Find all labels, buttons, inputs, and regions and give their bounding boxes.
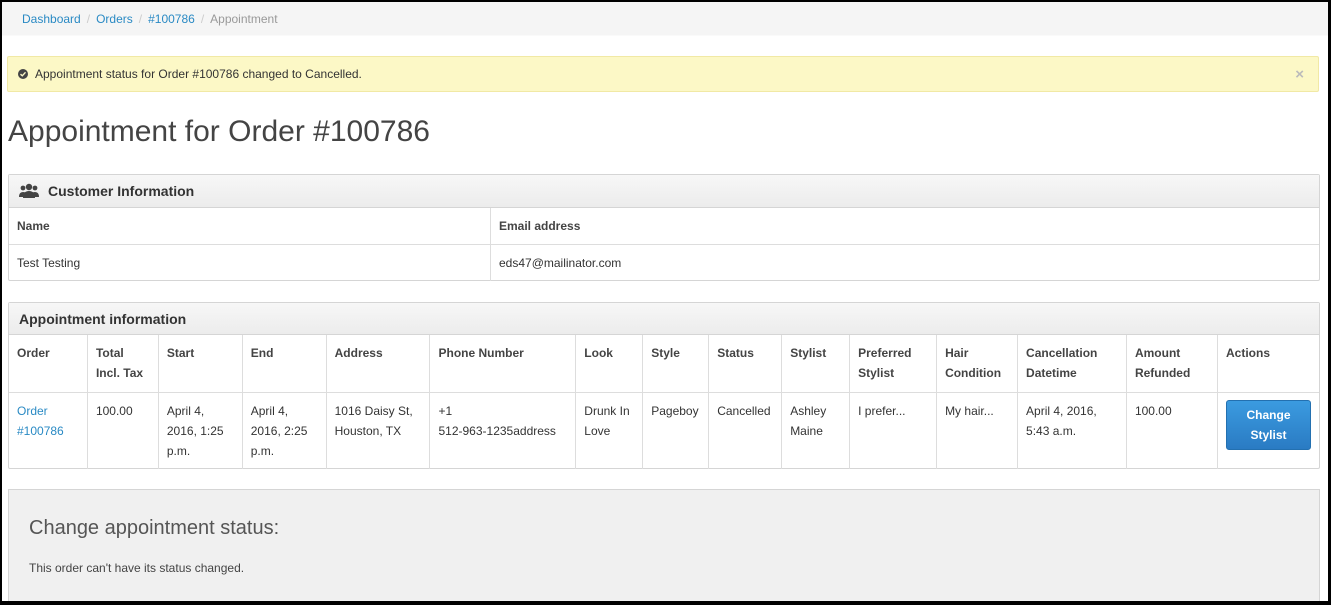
appointment-info-panel: Appointment information Order Total Incl.… — [8, 302, 1320, 469]
status-alert: Appointment status for Order #100786 cha… — [7, 56, 1319, 92]
header-text: Order — [17, 346, 50, 360]
column-header-preferred-stylist: Preferred Stylist — [849, 335, 938, 393]
customer-panel-heading: Customer Information — [9, 175, 1319, 208]
header-text: Stylist — [858, 366, 895, 380]
users-icon — [19, 183, 39, 199]
header-text: Incl. Tax — [95, 366, 144, 380]
check-circle-icon — [18, 69, 28, 79]
column-header-amount-refunded: Amount Refunded — [1125, 335, 1219, 393]
header-text: Address — [334, 346, 383, 360]
header-text: Datetime — [1026, 366, 1077, 380]
actions-cell: Change Stylist — [1217, 391, 1319, 469]
close-icon[interactable]: × — [1295, 66, 1304, 83]
column-header-start: Start — [157, 335, 243, 393]
header-text: Phone Number — [438, 346, 524, 360]
appointment-panel-title: Appointment information — [19, 310, 187, 327]
total-cell: 100.00 — [86, 391, 159, 469]
column-header: Name — [9, 208, 491, 245]
header-text: Condition — [945, 366, 1002, 380]
change-status-section: Change appointment status: This order ca… — [8, 489, 1320, 601]
page: Dashboard / Orders / #100786 / Appointme… — [2, 2, 1328, 601]
change-status-title: Change appointment status: — [29, 517, 280, 539]
change-status-message: This order can't have its status changed… — [29, 561, 245, 575]
column-header-hair-condition: Hair Condition — [936, 335, 1019, 393]
header-text: Start — [166, 346, 195, 360]
header-text: Cancellation — [1026, 346, 1098, 360]
header-text: End — [250, 346, 274, 360]
column-header-actions: Actions — [1217, 335, 1319, 393]
order-link[interactable]: Order #100786 — [17, 404, 64, 438]
stylist-cell: Ashley Maine — [781, 391, 851, 469]
customer-table: Name Email address Test Testing eds47@ma… — [9, 208, 1319, 281]
appointment-panel-heading: Appointment information — [9, 303, 1319, 335]
end-cell: April 4, 2016, 2:25 p.m. — [241, 391, 327, 469]
column-header-cancellation-datetime: Cancellation Datetime — [1017, 335, 1127, 393]
breadcrumb-order[interactable]: #100786 — [148, 12, 195, 26]
breadcrumb: Dashboard / Orders / #100786 / Appointme… — [2, 2, 1328, 36]
header-text: Stylist — [790, 346, 827, 360]
breadcrumb-current: Appointment — [210, 11, 278, 26]
cancellation-datetime-cell: April 4, 2016, 5:43 a.m. — [1017, 391, 1127, 469]
customer-name: Test Testing — [9, 244, 491, 281]
header-text: Total — [95, 346, 124, 360]
style-cell: Pageboy — [642, 391, 710, 469]
column-header-stylist: Stylist — [781, 335, 851, 393]
column-header: Email address — [490, 208, 1319, 245]
breadcrumb-orders[interactable]: Orders — [96, 12, 133, 26]
header-text: Preferred — [858, 346, 912, 360]
look-cell: Drunk In Love — [575, 391, 644, 469]
appointment-table: Order Total Incl. Tax Start End Address P… — [9, 335, 1319, 469]
header-text: Hair — [945, 346, 969, 360]
alert-message: Appointment status for Order #100786 cha… — [35, 67, 362, 81]
column-header-phone: Phone Number — [429, 335, 577, 393]
start-cell: April 4, 2016, 1:25 p.m. — [157, 391, 243, 469]
header-text: Actions — [1226, 346, 1271, 360]
order-cell: Order #100786 — [9, 391, 88, 469]
header-text: Refunded — [1134, 366, 1191, 380]
breadcrumb-dashboard[interactable]: Dashboard — [22, 12, 81, 26]
column-header-address: Address — [325, 335, 431, 393]
amount-refunded-cell: 100.00 — [1125, 391, 1219, 469]
column-header-end: End — [241, 335, 327, 393]
breadcrumb-separator: / — [200, 11, 205, 26]
header-text: Status — [717, 346, 754, 360]
column-header-order: Order — [9, 335, 88, 393]
column-header-total: Total Incl. Tax — [86, 335, 159, 393]
hair-condition-cell: My hair... — [936, 391, 1019, 469]
column-header-style: Style — [642, 335, 710, 393]
address-cell: 1016 Daisy St, Houston, TX — [325, 391, 431, 469]
breadcrumb-separator: / — [138, 11, 143, 26]
status-cell: Cancelled — [708, 391, 783, 469]
header-text: Style — [651, 346, 680, 360]
header-text: Amount — [1134, 346, 1181, 360]
page-title: Appointment for Order #100786 — [8, 115, 430, 148]
column-header-status: Status — [708, 335, 783, 393]
column-header-look: Look — [575, 335, 644, 393]
header-text: Look — [584, 346, 613, 360]
customer-info-panel: Customer Information Name Email address … — [8, 174, 1320, 281]
customer-email: eds47@mailinator.com — [490, 244, 1319, 281]
table-row: Order #100786 100.00 April 4, 2016, 1:25 p.… — [9, 391, 1319, 469]
change-stylist-button[interactable]: Change Stylist — [1226, 399, 1311, 450]
breadcrumb-separator: / — [86, 11, 91, 26]
customer-panel-title: Customer Information — [48, 183, 195, 199]
phone-cell: +1 512-963-1235address — [429, 391, 577, 469]
preferred-stylist-cell: I prefer... — [849, 391, 938, 469]
